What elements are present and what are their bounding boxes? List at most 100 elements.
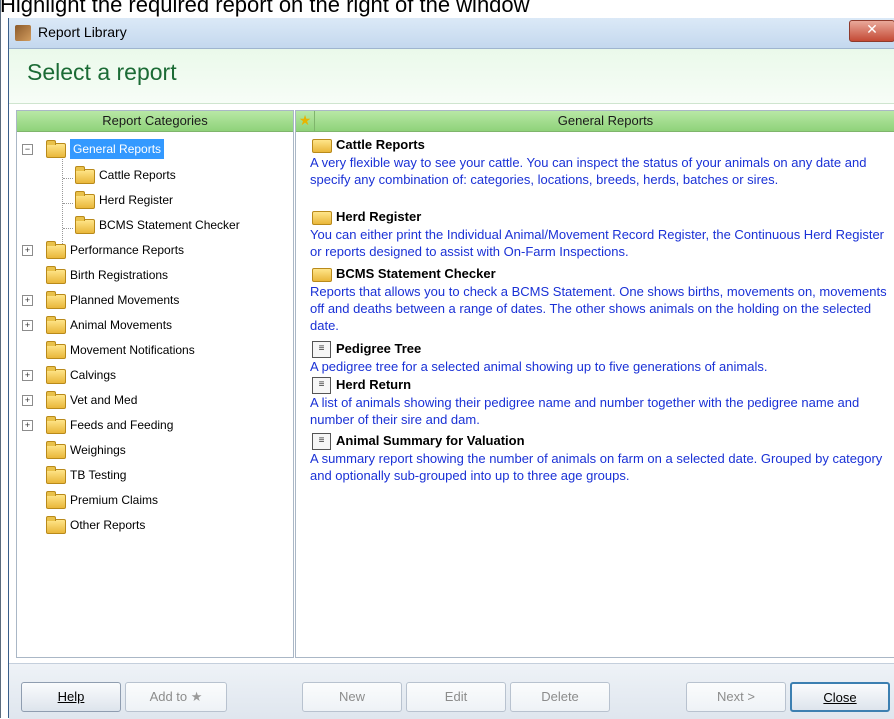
report-categories-heading: Report Categories: [17, 111, 293, 132]
folder-icon: [46, 140, 66, 158]
new-button[interactable]: New: [302, 682, 402, 712]
report-description: A list of animals showing their pedigree…: [310, 395, 860, 427]
tree-node-label: General Reports: [70, 139, 165, 159]
report-item-pedigree-tree[interactable]: ≡ Pedigree Tree A pedigree tree for a se…: [308, 339, 894, 375]
edit-button[interactable]: Edit: [406, 682, 506, 712]
tree-node-weighings[interactable]: Weighings: [22, 440, 282, 460]
tree-node-birth-registrations[interactable]: Birth Registrations: [22, 265, 282, 285]
tree-node-label: Planned Movements: [70, 293, 180, 307]
tree-node-label: Performance Reports: [70, 243, 185, 257]
tree-node-label: Animal Movements: [70, 318, 173, 332]
folder-icon: [46, 241, 66, 259]
tree-node-cattle-reports[interactable]: Cattle Reports: [73, 165, 273, 185]
folder-icon: [75, 166, 95, 184]
tree-node-other-reports[interactable]: Other Reports: [22, 515, 282, 535]
help-button[interactable]: Help: [21, 682, 121, 712]
tree-node-movement-notifications[interactable]: Movement Notifications: [22, 340, 282, 360]
report-item-animal-summary-for-valuation[interactable]: ≡ Animal Summary for Valuation A summary…: [308, 431, 894, 484]
tree-node-performance-reports[interactable]: + Performance Reports: [22, 240, 282, 260]
tree-node-calvings[interactable]: + Calvings: [22, 365, 282, 385]
expand-icon[interactable]: +: [22, 370, 33, 381]
tree-node-animal-movements[interactable]: + Animal Movements: [22, 315, 282, 335]
next-button[interactable]: Next >: [686, 682, 786, 712]
tree-node-label: Vet and Med: [70, 393, 138, 407]
title-bar: Report Library ✕: [9, 18, 894, 49]
tree-node-label: Weighings: [70, 443, 126, 457]
tree-node-herd-register[interactable]: Herd Register: [73, 190, 273, 210]
add-to-favourites-button[interactable]: Add to ★: [125, 682, 227, 712]
window-title: Report Library: [38, 24, 127, 40]
report-item-cattle-reports[interactable]: Cattle Reports A very flexible way to se…: [308, 135, 894, 188]
report-description: A very flexible way to see your cattle. …: [310, 155, 867, 187]
tree-node-premium-claims[interactable]: Premium Claims: [22, 490, 282, 510]
window-frame-edge: [0, 0, 1, 718]
page-title: Select a report: [27, 59, 177, 85]
tree-node-planned-movements[interactable]: + Planned Movements: [22, 290, 282, 310]
close-button[interactable]: Close: [790, 682, 890, 712]
report-item-herd-register[interactable]: Herd Register You can either print the I…: [308, 207, 894, 260]
expand-icon[interactable]: +: [22, 295, 33, 306]
instruction-caption: Highlight the required report on the rig…: [0, 0, 530, 17]
folder-icon: [46, 391, 66, 409]
collapse-icon[interactable]: −: [22, 144, 33, 155]
report-title: Herd Return: [336, 377, 412, 392]
close-window-button[interactable]: ✕: [849, 20, 894, 42]
folder-icon: [46, 441, 66, 459]
folder-icon: [46, 316, 66, 334]
report-description: A summary report showing the number of a…: [310, 451, 883, 483]
delete-button[interactable]: Delete: [510, 682, 610, 712]
folder-icon: [75, 216, 95, 234]
report-doc-icon: ≡: [312, 377, 331, 394]
general-reports-heading: General Reports: [315, 111, 894, 132]
tree-node-general-reports[interactable]: − General Reports: [22, 139, 282, 159]
folder-icon: [46, 466, 66, 484]
report-description: A pedigree tree for a selected animal sh…: [310, 359, 768, 374]
expand-icon[interactable]: +: [22, 420, 33, 431]
report-doc-icon: ≡: [312, 433, 331, 450]
report-categories-panel: Report Categories − General Reports Catt…: [16, 110, 294, 658]
report-library-window: Report Library ✕ Select a report Report …: [8, 18, 894, 719]
report-item-herd-return[interactable]: ≡ Herd Return A list of animals showing …: [308, 375, 894, 428]
report-title: Animal Summary for Valuation: [336, 433, 525, 448]
tree-node-feeds-and-feeding[interactable]: + Feeds and Feeding: [22, 415, 282, 435]
folder-icon: [46, 516, 66, 534]
tree-node-tb-testing[interactable]: TB Testing: [22, 465, 282, 485]
report-doc-icon: ≡: [312, 341, 331, 358]
folder-icon: [46, 291, 66, 309]
tree-node-label: Cattle Reports: [99, 168, 176, 182]
app-icon: [15, 25, 31, 41]
star-icon: ★: [298, 113, 312, 129]
tree-node-label: Premium Claims: [70, 493, 159, 507]
expand-icon[interactable]: +: [22, 395, 33, 406]
general-reports-panel: ★ General Reports Cattle Reports A very …: [295, 110, 894, 658]
tree-node-label: Movement Notifications: [70, 343, 195, 357]
folder-icon: [46, 341, 66, 359]
expand-icon[interactable]: +: [22, 320, 33, 331]
report-title: Pedigree Tree: [336, 341, 422, 356]
report-description: Reports that allows you to check a BCMS …: [310, 284, 887, 333]
folder-icon: [46, 416, 66, 434]
expand-icon[interactable]: +: [22, 245, 33, 256]
tree-node-label: Birth Registrations: [70, 268, 169, 282]
report-title: Cattle Reports: [336, 137, 425, 152]
tree-node-label: Calvings: [70, 368, 117, 382]
tree-node-label: Feeds and Feeding: [70, 418, 174, 432]
folder-icon: [46, 491, 66, 509]
tree-node-bcms-statement-checker[interactable]: BCMS Statement Checker: [73, 215, 283, 235]
folder-icon: [75, 191, 95, 209]
report-description: You can either print the Individual Anim…: [310, 227, 884, 259]
header-banner: Select a report: [9, 49, 894, 104]
report-item-bcms-statement-checker[interactable]: BCMS Statement Checker Reports that allo…: [308, 264, 894, 334]
button-bar: Help Add to ★ New Edit Delete Next > Clo…: [9, 663, 894, 719]
tree-node-vet-and-med[interactable]: + Vet and Med: [22, 390, 282, 410]
favourites-star-button[interactable]: ★: [296, 111, 315, 132]
folder-icon: [46, 366, 66, 384]
folder-icon: [312, 139, 332, 153]
folder-icon: [312, 211, 332, 225]
tree-node-label: Herd Register: [99, 193, 174, 207]
tree-node-label: Other Reports: [70, 518, 146, 532]
report-title: BCMS Statement Checker: [336, 266, 496, 281]
close-icon: ✕: [866, 22, 878, 38]
folder-icon: [46, 266, 66, 284]
tree-node-label: TB Testing: [70, 468, 127, 482]
